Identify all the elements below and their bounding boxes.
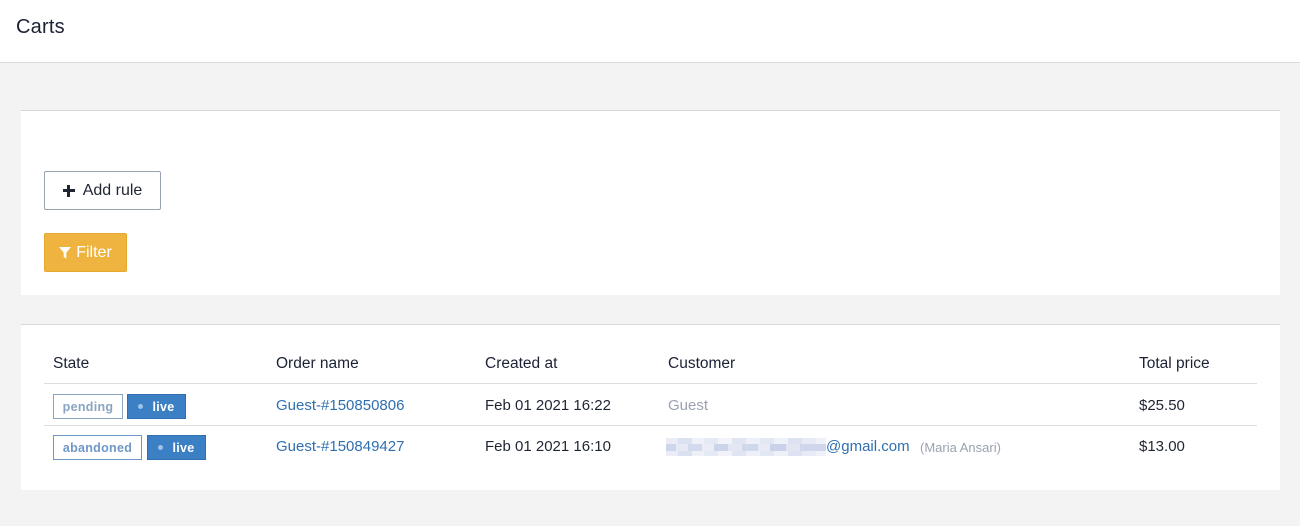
order-name-link[interactable]: Guest-#150849427: [276, 438, 404, 455]
state-badge: abandoned: [53, 435, 142, 460]
column-header-total-price: Total price: [1139, 355, 1210, 372]
dot-icon: [138, 404, 144, 409]
total-price: $13.00: [1139, 438, 1185, 455]
state-badge: pending: [53, 394, 123, 419]
add-rule-label: Add rule: [82, 181, 143, 199]
created-at: Feb 01 2021 16:10: [485, 438, 611, 455]
carts-table: State Order name Created at Customer Tot…: [21, 324, 1280, 490]
column-header-order-name: Order name: [276, 355, 359, 372]
filter-panel: Add rule Filter: [21, 110, 1280, 295]
funnel-icon: [59, 246, 72, 258]
page-title: Carts: [16, 16, 65, 38]
add-rule-button[interactable]: Add rule: [44, 171, 161, 210]
filter-button[interactable]: Filter: [44, 233, 127, 272]
filter-label: Filter: [76, 243, 112, 261]
live-badge-label: live: [172, 440, 195, 455]
column-header-created-at: Created at: [485, 355, 558, 372]
column-header-state: State: [53, 355, 90, 372]
plus-icon: [62, 184, 75, 197]
row-divider: [44, 425, 1257, 426]
customer-name: (Maria Ansari): [920, 440, 1001, 455]
dot-icon: [158, 445, 164, 450]
total-price: $25.50: [1139, 397, 1185, 414]
header-divider: [44, 383, 1257, 384]
live-badge: live: [147, 435, 206, 460]
order-name-link[interactable]: Guest-#150850806: [276, 397, 404, 414]
customer-name: Guest: [668, 397, 709, 414]
redacted-email: [666, 438, 826, 456]
live-badge: live: [127, 394, 186, 419]
customer-email-link[interactable]: @gmail.com: [826, 438, 910, 455]
created-at: Feb 01 2021 16:22: [485, 397, 611, 414]
live-badge-label: live: [152, 399, 175, 414]
column-header-customer: Customer: [668, 355, 736, 372]
top-bar: Carts: [0, 0, 1300, 63]
